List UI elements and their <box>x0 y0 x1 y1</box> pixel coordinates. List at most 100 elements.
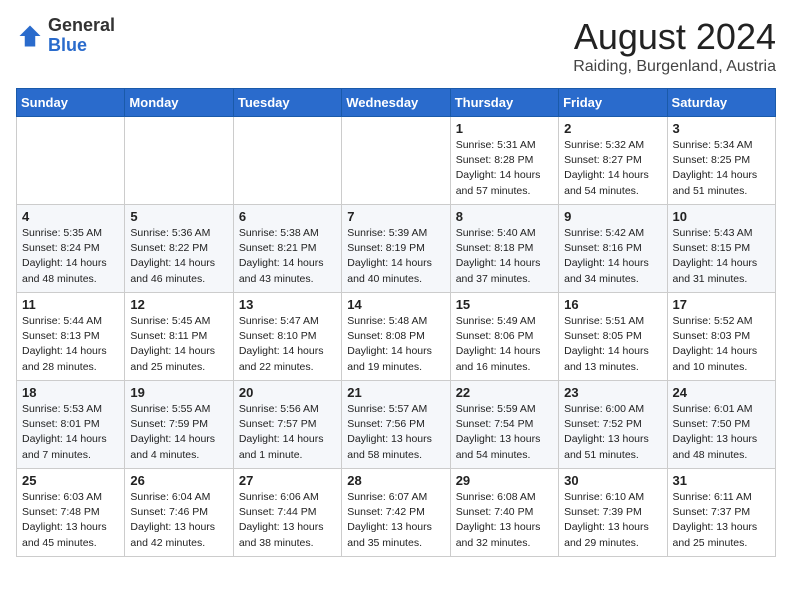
day-number: 21 <box>347 385 444 400</box>
day-number: 2 <box>564 121 661 136</box>
cell-content: Sunrise: 5:36 AM Sunset: 8:22 PM Dayligh… <box>130 226 227 287</box>
calendar-cell: 20 Sunrise: 5:56 AM Sunset: 7:57 PM Dayli… <box>233 381 341 469</box>
day-number: 16 <box>564 297 661 312</box>
page-header: General Blue August 2024 Raiding, Burgen… <box>16 16 776 76</box>
day-header-sunday: Sunday <box>17 89 125 117</box>
day-number: 8 <box>456 209 553 224</box>
day-number: 22 <box>456 385 553 400</box>
cell-content: Sunrise: 5:35 AM Sunset: 8:24 PM Dayligh… <box>22 226 119 287</box>
cell-content: Sunrise: 5:53 AM Sunset: 8:01 PM Dayligh… <box>22 402 119 463</box>
cell-content: Sunrise: 6:08 AM Sunset: 7:40 PM Dayligh… <box>456 490 553 551</box>
cell-content: Sunrise: 5:49 AM Sunset: 8:06 PM Dayligh… <box>456 314 553 375</box>
day-number: 17 <box>673 297 770 312</box>
calendar-cell: 4Sunrise: 5:35 AM Sunset: 8:24 PM Daylig… <box>17 205 125 293</box>
cell-content: Sunrise: 5:55 AM Sunset: 7:59 PM Dayligh… <box>130 402 227 463</box>
calendar-week-4: 18 Sunrise: 5:53 AM Sunset: 8:01 PM Dayli… <box>17 381 776 469</box>
cell-content: Sunrise: 6:01 AM Sunset: 7:50 PM Dayligh… <box>673 402 770 463</box>
calendar-week-3: 11 Sunrise: 5:44 AM Sunset: 8:13 PM Dayli… <box>17 293 776 381</box>
calendar-cell: 1Sunrise: 5:31 AM Sunset: 8:28 PM Daylig… <box>450 117 558 205</box>
calendar-cell: 28 Sunrise: 6:07 AM Sunset: 7:42 PM Dayli… <box>342 469 450 557</box>
day-number: 14 <box>347 297 444 312</box>
calendar-cell: 17 Sunrise: 5:52 AM Sunset: 8:03 PM Dayli… <box>667 293 775 381</box>
day-number: 18 <box>22 385 119 400</box>
day-header-tuesday: Tuesday <box>233 89 341 117</box>
day-number: 10 <box>673 209 770 224</box>
location: Raiding, Burgenland, Austria <box>573 58 776 76</box>
calendar-cell: 8 Sunrise: 5:40 AM Sunset: 8:18 PM Daylig… <box>450 205 558 293</box>
cell-content: Sunrise: 5:32 AM Sunset: 8:27 PM Dayligh… <box>564 138 661 199</box>
calendar-cell: 19 Sunrise: 5:55 AM Sunset: 7:59 PM Dayli… <box>125 381 233 469</box>
cell-content: Sunrise: 5:59 AM Sunset: 7:54 PM Dayligh… <box>456 402 553 463</box>
cell-content: Sunrise: 5:48 AM Sunset: 8:08 PM Dayligh… <box>347 314 444 375</box>
calendar-cell: 16Sunrise: 5:51 AM Sunset: 8:05 PM Dayli… <box>559 293 667 381</box>
day-number: 30 <box>564 473 661 488</box>
calendar-cell: 13Sunrise: 5:47 AM Sunset: 8:10 PM Dayli… <box>233 293 341 381</box>
calendar-cell: 12 Sunrise: 5:45 AM Sunset: 8:11 PM Dayli… <box>125 293 233 381</box>
day-number: 19 <box>130 385 227 400</box>
cell-content: Sunrise: 6:04 AM Sunset: 7:46 PM Dayligh… <box>130 490 227 551</box>
calendar-cell: 26Sunrise: 6:04 AM Sunset: 7:46 PM Dayli… <box>125 469 233 557</box>
day-number: 20 <box>239 385 336 400</box>
logo: General Blue <box>16 16 115 56</box>
calendar-week-5: 25Sunrise: 6:03 AM Sunset: 7:48 PM Dayli… <box>17 469 776 557</box>
cell-content: Sunrise: 5:45 AM Sunset: 8:11 PM Dayligh… <box>130 314 227 375</box>
day-number: 31 <box>673 473 770 488</box>
cell-content: Sunrise: 5:38 AM Sunset: 8:21 PM Dayligh… <box>239 226 336 287</box>
cell-content: Sunrise: 5:44 AM Sunset: 8:13 PM Dayligh… <box>22 314 119 375</box>
calendar-table: SundayMondayTuesdayWednesdayThursdayFrid… <box>16 88 776 557</box>
calendar-week-1: 1Sunrise: 5:31 AM Sunset: 8:28 PM Daylig… <box>17 117 776 205</box>
cell-content: Sunrise: 6:00 AM Sunset: 7:52 PM Dayligh… <box>564 402 661 463</box>
calendar-cell: 31 Sunrise: 6:11 AM Sunset: 7:37 PM Dayli… <box>667 469 775 557</box>
day-number: 23 <box>564 385 661 400</box>
calendar-cell: 6Sunrise: 5:38 AM Sunset: 8:21 PM Daylig… <box>233 205 341 293</box>
cell-content: Sunrise: 5:40 AM Sunset: 8:18 PM Dayligh… <box>456 226 553 287</box>
cell-content: Sunrise: 5:34 AM Sunset: 8:25 PM Dayligh… <box>673 138 770 199</box>
day-number: 24 <box>673 385 770 400</box>
day-number: 9 <box>564 209 661 224</box>
day-header-monday: Monday <box>125 89 233 117</box>
logo-icon <box>16 22 44 50</box>
calendar-cell <box>125 117 233 205</box>
day-header-thursday: Thursday <box>450 89 558 117</box>
calendar-cell: 22 Sunrise: 5:59 AM Sunset: 7:54 PM Dayli… <box>450 381 558 469</box>
day-number: 5 <box>130 209 227 224</box>
calendar-cell: 27 Sunrise: 6:06 AM Sunset: 7:44 PM Dayli… <box>233 469 341 557</box>
cell-content: Sunrise: 6:10 AM Sunset: 7:39 PM Dayligh… <box>564 490 661 551</box>
calendar-cell: 5 Sunrise: 5:36 AM Sunset: 8:22 PM Daylig… <box>125 205 233 293</box>
cell-content: Sunrise: 5:56 AM Sunset: 7:57 PM Dayligh… <box>239 402 336 463</box>
header-row: SundayMondayTuesdayWednesdayThursdayFrid… <box>17 89 776 117</box>
calendar-cell: 2 Sunrise: 5:32 AM Sunset: 8:27 PM Daylig… <box>559 117 667 205</box>
calendar-cell <box>233 117 341 205</box>
calendar-cell: 11 Sunrise: 5:44 AM Sunset: 8:13 PM Dayli… <box>17 293 125 381</box>
day-header-friday: Friday <box>559 89 667 117</box>
day-header-saturday: Saturday <box>667 89 775 117</box>
calendar-cell: 24 Sunrise: 6:01 AM Sunset: 7:50 PM Dayli… <box>667 381 775 469</box>
day-number: 11 <box>22 297 119 312</box>
cell-content: Sunrise: 5:39 AM Sunset: 8:19 PM Dayligh… <box>347 226 444 287</box>
cell-content: Sunrise: 6:07 AM Sunset: 7:42 PM Dayligh… <box>347 490 444 551</box>
calendar-cell: 7Sunrise: 5:39 AM Sunset: 8:19 PM Daylig… <box>342 205 450 293</box>
cell-content: Sunrise: 6:06 AM Sunset: 7:44 PM Dayligh… <box>239 490 336 551</box>
calendar-cell: 9Sunrise: 5:42 AM Sunset: 8:16 PM Daylig… <box>559 205 667 293</box>
month-year: August 2024 <box>573 16 776 58</box>
cell-content: Sunrise: 5:52 AM Sunset: 8:03 PM Dayligh… <box>673 314 770 375</box>
title-block: August 2024 Raiding, Burgenland, Austria <box>573 16 776 76</box>
day-number: 28 <box>347 473 444 488</box>
cell-content: Sunrise: 5:47 AM Sunset: 8:10 PM Dayligh… <box>239 314 336 375</box>
cell-content: Sunrise: 6:11 AM Sunset: 7:37 PM Dayligh… <box>673 490 770 551</box>
day-number: 27 <box>239 473 336 488</box>
day-number: 29 <box>456 473 553 488</box>
calendar-cell: 23 Sunrise: 6:00 AM Sunset: 7:52 PM Dayli… <box>559 381 667 469</box>
calendar-cell: 29 Sunrise: 6:08 AM Sunset: 7:40 PM Dayli… <box>450 469 558 557</box>
day-number: 12 <box>130 297 227 312</box>
calendar-cell: 18 Sunrise: 5:53 AM Sunset: 8:01 PM Dayli… <box>17 381 125 469</box>
calendar-cell <box>342 117 450 205</box>
calendar-cell: 25Sunrise: 6:03 AM Sunset: 7:48 PM Dayli… <box>17 469 125 557</box>
calendar-cell: 3Sunrise: 5:34 AM Sunset: 8:25 PM Daylig… <box>667 117 775 205</box>
cell-content: Sunrise: 5:43 AM Sunset: 8:15 PM Dayligh… <box>673 226 770 287</box>
calendar-cell: 15Sunrise: 5:49 AM Sunset: 8:06 PM Dayli… <box>450 293 558 381</box>
calendar-cell: 14 Sunrise: 5:48 AM Sunset: 8:08 PM Dayli… <box>342 293 450 381</box>
logo-text: General Blue <box>48 16 115 56</box>
day-number: 1 <box>456 121 553 136</box>
cell-content: Sunrise: 6:03 AM Sunset: 7:48 PM Dayligh… <box>22 490 119 551</box>
